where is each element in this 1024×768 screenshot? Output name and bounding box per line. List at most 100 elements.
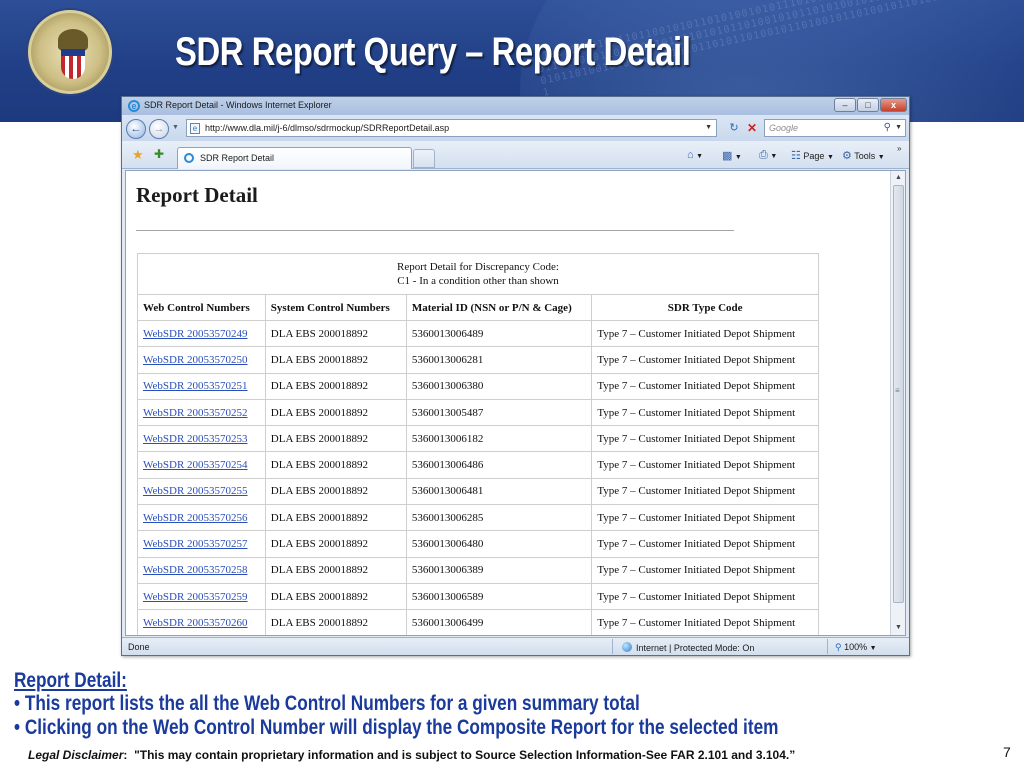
page-menu-button[interactable]: ☷ Page ▼ (791, 149, 834, 162)
material-id-cell: 5360013006182 (405, 425, 593, 453)
rss-feed-icon: ▩ (722, 150, 733, 162)
add-favorite-icon[interactable]: ✚ (154, 147, 164, 161)
home-button[interactable]: ⌂ ▼ (687, 149, 703, 161)
table-caption-row: Report Detail for Discrepancy Code: C1 -… (137, 253, 819, 295)
table-caption: Report Detail for Discrepancy Code: C1 -… (137, 253, 819, 295)
divider (136, 230, 734, 231)
favorites-command-bar: ★ ✚ SDR Report Detail ⌂ ▼ ▩ ▼ ⎙ ▼ ☷ Page… (122, 141, 909, 169)
web-control-number-link[interactable]: WebSDR 20053570257 (143, 538, 248, 550)
material-id-cell: 5360013006489 (405, 319, 593, 348)
web-control-number-link[interactable]: WebSDR 20053570254 (143, 459, 248, 471)
caption-code: C1 - In a condition other than shown (397, 275, 559, 287)
forward-arrow-icon: → (153, 123, 165, 135)
system-control-number-cell: DLA EBS 200018892 (264, 609, 407, 635)
bullet-text: This report lists the all the Web Contro… (24, 692, 640, 715)
refresh-button[interactable]: ↻ (726, 121, 742, 135)
web-control-number-link[interactable]: WebSDR 20053570258 (143, 564, 248, 576)
scroll-down-arrow-icon[interactable]: ▼ (891, 621, 905, 635)
tab-sdr-report-detail[interactable]: SDR Report Detail (177, 147, 412, 169)
zoom-dropdown-icon: ▼ (869, 645, 877, 652)
star-icon[interactable]: ★ (132, 147, 144, 163)
legal-disclaimer: Legal Disclaimer: "This may contain prop… (28, 748, 795, 762)
search-box[interactable]: Google ⚲ ▼ (764, 119, 906, 137)
material-id-cell: 5360013006380 (405, 372, 593, 400)
web-control-number-link[interactable]: WebSDR 20053570251 (143, 380, 248, 392)
web-control-number-link[interactable]: WebSDR 20053570260 (143, 617, 248, 629)
vertical-scrollbar[interactable]: ▲ ≡ ▼ (890, 171, 905, 635)
web-control-number-cell: WebSDR 20053570249 (137, 319, 266, 348)
chevron-more-icon[interactable]: » (897, 144, 901, 153)
agency-seal-logo (28, 10, 112, 94)
status-divider (612, 639, 613, 654)
web-control-number-link[interactable]: WebSDR 20053570259 (143, 591, 248, 603)
report-detail-table: Report Detail for Discrepancy Code: C1 -… (137, 253, 819, 635)
page-number: 7 (1003, 744, 1011, 760)
material-id-cell: 5360013006281 (405, 346, 593, 374)
bullet-item: • Clicking on the Web Control Number wil… (14, 716, 778, 740)
table-row: WebSDR 20053570249 DLA EBS 200018892 53600… (137, 319, 819, 348)
history-dropdown-icon[interactable]: ▼ (172, 124, 179, 131)
page-menu-label: Page (803, 151, 825, 161)
search-dropdown-icon[interactable]: ▼ (895, 124, 902, 131)
sdr-type-code-cell: Type 7 – Customer Initiated Depot Shipme… (591, 477, 819, 506)
web-control-number-link[interactable]: WebSDR 20053570249 (143, 328, 248, 340)
col-system-control-numbers[interactable]: System Control Numbers (264, 294, 407, 321)
web-control-number-link[interactable]: WebSDR 20053570255 (143, 485, 248, 497)
search-input[interactable]: Google (769, 123, 798, 133)
system-control-number-cell: DLA EBS 200018892 (264, 530, 407, 558)
scrollbar-grip-icon: ≡ (895, 386, 900, 395)
new-tab-button[interactable] (413, 149, 435, 168)
web-control-number-cell: WebSDR 20053570255 (137, 477, 266, 506)
magnifier-icon[interactable]: ⚲ (884, 122, 891, 133)
minimize-button[interactable]: – (834, 98, 856, 112)
browser-window: e SDR Report Detail - Windows Internet E… (121, 96, 910, 656)
col-web-control-numbers[interactable]: Web Control Numbers (137, 294, 266, 321)
table-row: WebSDR 20053570256 DLA EBS 200018892 53600… (137, 504, 819, 532)
system-control-number-cell: DLA EBS 200018892 (264, 346, 407, 374)
web-control-number-link[interactable]: WebSDR 20053570253 (143, 433, 248, 445)
web-control-number-link[interactable]: WebSDR 20053570252 (143, 407, 248, 419)
disclaimer-label: Legal Disclaimer (28, 748, 124, 762)
stop-button[interactable]: ✕ (744, 121, 760, 135)
print-button[interactable]: ⎙ ▼ (759, 149, 777, 162)
address-input[interactable]: http://www.dla.mil/j-6/dlmso/sdrmockup/S… (205, 123, 449, 133)
security-zone[interactable]: Internet | Protected Mode: On (622, 642, 754, 653)
sdr-type-code-cell: Type 7 – Customer Initiated Depot Shipme… (591, 504, 819, 532)
sdr-type-code-cell: Type 7 – Customer Initiated Depot Shipme… (591, 425, 819, 453)
feeds-button[interactable]: ▩ ▼ (722, 149, 742, 162)
system-control-number-cell: DLA EBS 200018892 (264, 425, 407, 453)
globe-icon (622, 642, 632, 652)
web-control-number-link[interactable]: WebSDR 20053570256 (143, 512, 248, 524)
address-bar[interactable]: e http://www.dla.mil/j-6/dlmso/sdrmockup… (186, 119, 717, 137)
col-sdr-type-code[interactable]: SDR Type Code (591, 294, 819, 321)
sdr-type-code-cell: Type 7 – Customer Initiated Depot Shipme… (591, 556, 819, 584)
col-material-id[interactable]: Material ID (NSN or P/N & Cage) (405, 294, 593, 321)
sdr-type-code-cell: Type 7 – Customer Initiated Depot Shipme… (591, 372, 819, 400)
sdr-type-code-cell: Type 7 – Customer Initiated Depot Shipme… (591, 609, 819, 635)
page-title: Report Detail (136, 183, 258, 207)
zoom-control[interactable]: ⚲ 100% ▼ (835, 642, 877, 653)
scroll-up-arrow-icon[interactable]: ▲ (891, 171, 905, 185)
disclaimer-separator: : (123, 748, 128, 762)
gear-icon: ⚙ (842, 150, 852, 162)
page-icon: e (190, 123, 200, 134)
table-row: WebSDR 20053570257 DLA EBS 200018892 53600… (137, 530, 819, 558)
window-titlebar: e SDR Report Detail - Windows Internet E… (122, 97, 909, 115)
forward-button[interactable]: → (149, 119, 169, 139)
table-row: WebSDR 20053570255 DLA EBS 200018892 53600… (137, 477, 819, 506)
maximize-button[interactable]: □ (857, 98, 879, 112)
back-button[interactable]: ← (126, 119, 146, 139)
bullet-marker: • (14, 692, 21, 715)
table-row: WebSDR 20053570254 DLA EBS 200018892 53600… (137, 451, 819, 479)
slide-title: SDR Report Query – Report Detail (175, 30, 691, 74)
material-id-cell: 5360013006499 (405, 609, 593, 635)
close-button[interactable]: x (880, 98, 907, 112)
tools-menu-button[interactable]: ⚙ Tools ▼ (842, 149, 885, 162)
tools-menu-label: Tools (854, 151, 876, 161)
web-control-number-link[interactable]: WebSDR 20053570250 (143, 354, 248, 366)
sdr-type-code-cell: Type 7 – Customer Initiated Depot Shipme… (591, 319, 819, 348)
eagle-icon (58, 29, 88, 51)
page-menu-icon: ☷ (791, 150, 801, 162)
address-dropdown-icon[interactable]: ▼ (705, 124, 712, 131)
system-control-number-cell: DLA EBS 200018892 (264, 504, 407, 532)
